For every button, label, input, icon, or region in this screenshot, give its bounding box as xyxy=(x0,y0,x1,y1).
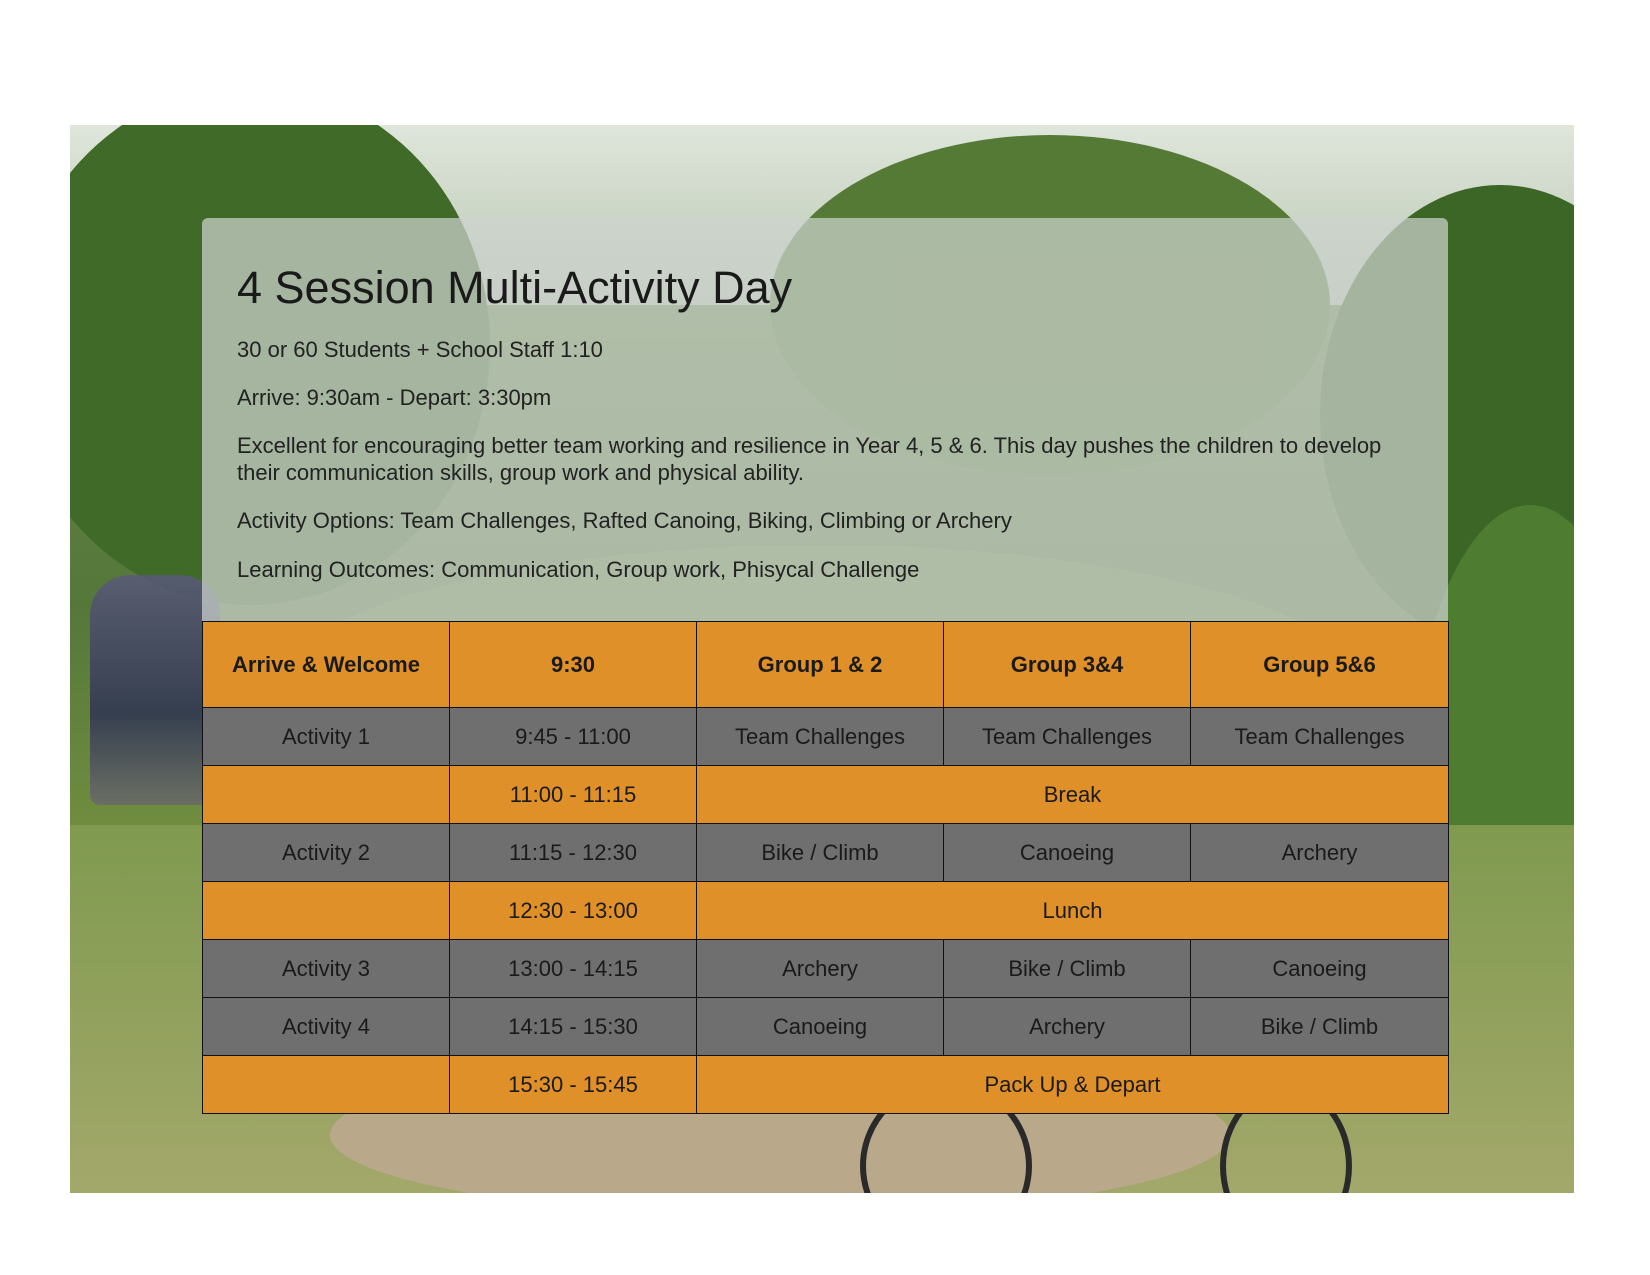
group-1-2-cell: Team Challenges xyxy=(696,707,944,766)
table-header-row: Arrive & Welcome 9:30 Group 1 & 2 Group … xyxy=(202,621,1449,708)
activity-label: Activity 1 xyxy=(202,707,450,766)
activity-label xyxy=(202,765,450,824)
group-5-6-cell: Bike / Climb xyxy=(1190,997,1449,1056)
header-cell: 9:30 xyxy=(449,621,697,708)
group-3-4-cell: Archery xyxy=(943,997,1191,1056)
header-cell: Group 5&6 xyxy=(1190,621,1449,708)
time-cell: 11:00 - 11:15 xyxy=(449,765,697,824)
time-cell: 15:30 - 15:45 xyxy=(449,1055,697,1114)
depart-cell: Pack Up & Depart xyxy=(696,1055,1449,1114)
group-1-2-cell: Canoeing xyxy=(696,997,944,1056)
table-row: 15:30 - 15:45 Pack Up & Depart xyxy=(202,1055,1449,1114)
schedule-table: Arrive & Welcome 9:30 Group 1 & 2 Group … xyxy=(202,621,1449,1114)
group-5-6-cell: Team Challenges xyxy=(1190,707,1449,766)
group-3-4-cell: Canoeing xyxy=(943,823,1191,882)
time-cell: 14:15 - 15:30 xyxy=(449,997,697,1056)
activity-label: Activity 3 xyxy=(202,939,450,998)
activity-label xyxy=(202,1055,450,1114)
time-cell: 9:45 - 11:00 xyxy=(449,707,697,766)
page-title: 4 Session Multi-Activity Day xyxy=(237,262,793,313)
activity-label: Activity 2 xyxy=(202,823,450,882)
group-5-6-cell: Canoeing xyxy=(1190,939,1449,998)
table-row: 12:30 - 13:00 Lunch xyxy=(202,881,1449,940)
group-1-2-cell: Bike / Climb xyxy=(696,823,944,882)
activity-label xyxy=(202,881,450,940)
time-cell: 13:00 - 14:15 xyxy=(449,939,697,998)
arrival-departure-times: Arrive: 9:30am - Depart: 3:30pm xyxy=(237,385,552,410)
group-3-4-cell: Bike / Climb xyxy=(943,939,1191,998)
lunch-cell: Lunch xyxy=(696,881,1449,940)
header-cell: Group 1 & 2 xyxy=(696,621,944,708)
time-cell: 11:15 - 12:30 xyxy=(449,823,697,882)
table-row: 11:00 - 11:15 Break xyxy=(202,765,1449,824)
activity-options: Activity Options: Team Challenges, Rafte… xyxy=(237,508,1012,533)
break-cell: Break xyxy=(696,765,1449,824)
header-cell: Group 3&4 xyxy=(943,621,1191,708)
photo-children-on-bikes xyxy=(90,575,220,805)
group-5-6-cell: Archery xyxy=(1190,823,1449,882)
students-info: 30 or 60 Students + School Staff 1:10 xyxy=(237,337,603,362)
group-1-2-cell: Archery xyxy=(696,939,944,998)
table-row: Activity 3 13:00 - 14:15 Archery Bike / … xyxy=(202,939,1449,998)
learning-outcomes: Learning Outcomes: Communication, Group … xyxy=(237,557,920,582)
time-cell: 12:30 - 13:00 xyxy=(449,881,697,940)
table-row: Activity 2 11:15 - 12:30 Bike / Climb Ca… xyxy=(202,823,1449,882)
day-description: Excellent for encouraging better team wo… xyxy=(237,433,1382,485)
header-cell: Arrive & Welcome xyxy=(202,621,450,708)
table-row: Activity 1 9:45 - 11:00 Team Challenges … xyxy=(202,707,1449,766)
group-3-4-cell: Team Challenges xyxy=(943,707,1191,766)
table-row: Activity 4 14:15 - 15:30 Canoeing Archer… xyxy=(202,997,1449,1056)
activity-label: Activity 4 xyxy=(202,997,450,1056)
info-panel: 4 Session Multi-Activity Day 30 or 60 St… xyxy=(202,218,1448,621)
